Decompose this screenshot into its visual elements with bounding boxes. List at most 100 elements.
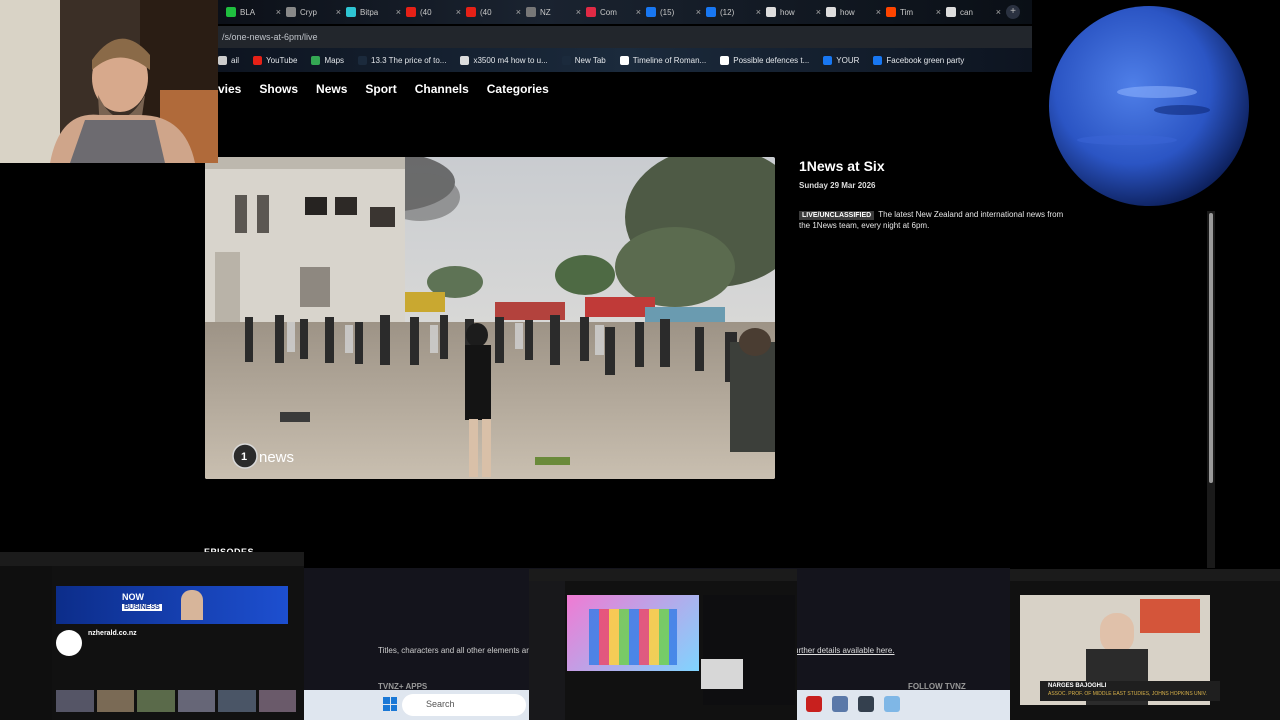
tab-favicon-icon (946, 7, 956, 17)
taskbar-app-red-icon[interactable] (806, 696, 822, 712)
tab-close-icon[interactable]: × (396, 7, 404, 17)
tab-close-icon[interactable]: × (516, 7, 524, 17)
tab-favicon-icon (226, 7, 236, 17)
lower-third: NARGES BAJOGHLI ASSOC. PROF. OF MIDDLE E… (1040, 681, 1220, 701)
tab-favicon-icon (886, 7, 896, 17)
bookmark-item[interactable]: x3500 m4 how to u... (460, 55, 548, 65)
browser-tab[interactable]: how × (766, 3, 824, 21)
bookmark-favicon-icon (218, 55, 227, 65)
browser-tab[interactable]: how × (826, 3, 884, 21)
tab-favicon-icon (346, 7, 356, 17)
browser-tab[interactable]: BLA × (226, 3, 284, 21)
tab-close-icon[interactable]: × (276, 7, 284, 17)
tab-favicon-icon (406, 7, 416, 17)
page-scrollbar[interactable] (1207, 211, 1215, 568)
tab-label: (40 (480, 7, 492, 17)
bookmark-item[interactable]: Possible defences t... (720, 55, 810, 65)
nav-channels[interactable]: Channels (415, 82, 469, 96)
video-player[interactable]: 1 news (205, 157, 775, 479)
bookmark-favicon-icon (311, 55, 321, 65)
bookmark-item[interactable]: 13.3 The price of to... (358, 55, 446, 65)
bookmarks-bar: ail YouTube Maps 13.3 The price of to... x35… (218, 48, 1032, 72)
nav-categories[interactable]: Categories (487, 82, 549, 96)
bookmark-label: x3500 m4 how to u... (473, 55, 548, 65)
tab-favicon-icon (826, 7, 836, 17)
bookmark-item[interactable]: New Tab (561, 55, 606, 65)
bookmark-item[interactable]: Facebook green party (873, 55, 964, 65)
bookmark-item[interactable]: YouTube (253, 55, 298, 65)
tab-favicon-icon (466, 7, 476, 17)
interview-guest (1100, 613, 1134, 653)
bookmark-label: YOUR (836, 55, 860, 65)
tab-close-icon[interactable]: × (756, 7, 764, 17)
nav-news[interactable]: News (316, 82, 347, 96)
new-tab-button[interactable]: + (1006, 5, 1020, 19)
browser-tab[interactable]: Tim × (886, 3, 944, 21)
tab-close-icon[interactable]: × (936, 7, 944, 17)
pip-banner-now: NOW (122, 592, 144, 602)
bookmark-label: Possible defences t... (733, 55, 810, 65)
tab-label: how (780, 7, 795, 17)
bookmark-favicon-icon (358, 55, 368, 65)
bookmark-favicon-icon (873, 55, 883, 65)
tab-close-icon[interactable]: × (636, 7, 644, 17)
browser-tab[interactable]: Com × (586, 3, 644, 21)
taskbar-app-blue-icon[interactable] (884, 696, 900, 712)
tab-label: (40 (420, 7, 432, 17)
tab-close-icon[interactable]: × (876, 7, 884, 17)
bookmark-item[interactable]: YOUR (823, 55, 860, 65)
tab-close-icon[interactable]: × (576, 7, 584, 17)
pip-stream-window (529, 569, 797, 720)
browser-tab[interactable]: (40 × (406, 3, 464, 21)
footer-details-link[interactable]: urther details available here. (794, 646, 895, 655)
planet-overlay (1032, 0, 1280, 211)
slot-reels (589, 609, 677, 665)
bookmark-item[interactable]: Maps (311, 55, 344, 65)
show-title: 1News at Six (799, 158, 885, 174)
browser-tab[interactable]: (15) × (646, 3, 704, 21)
windows-start-icon[interactable] (383, 697, 397, 711)
tab-label: Com (600, 7, 617, 17)
browser-tab[interactable]: Bitpa × (346, 3, 404, 21)
taskbar-settings-icon[interactable] (832, 696, 848, 712)
browser-tab[interactable]: can × (946, 3, 1004, 21)
bookmark-item[interactable]: ail (218, 55, 239, 65)
nav-sport[interactable]: Sport (365, 82, 396, 96)
bookmark-item[interactable]: Timeline of Roman... (619, 55, 707, 65)
nav-movies[interactable]: vies (218, 82, 241, 96)
pip-youtube-window: NOW BUSINESS nzherald.co.nz (0, 552, 304, 720)
tab-close-icon[interactable]: × (696, 7, 704, 17)
live-badge: LIVE/UNCLASSIFIED (799, 211, 875, 220)
tab-label: Cryp (300, 7, 317, 17)
address-bar[interactable]: /s/one-news-at-6pm/live (218, 26, 1032, 48)
bookmark-favicon-icon (823, 55, 833, 65)
browser-tab[interactable]: (40 × (466, 3, 524, 21)
tab-close-icon[interactable]: × (336, 7, 344, 17)
bookmark-favicon-icon (253, 55, 263, 65)
browser-tab[interactable]: Cryp × (286, 3, 344, 21)
tab-favicon-icon (646, 7, 656, 17)
tab-label: can (960, 7, 973, 17)
scrollbar-thumb[interactable] (1209, 213, 1213, 483)
bookmark-favicon-icon (720, 55, 730, 65)
tab-favicon-icon (286, 7, 296, 17)
pip-video-row (56, 690, 296, 712)
browser-tab[interactable]: NZ × (526, 3, 584, 21)
nav-shows[interactable]: Shows (259, 82, 298, 96)
guest-role: ASSOC. PROF. OF MIDDLE EAST STUDIES, JOH… (1048, 691, 1207, 697)
bookmark-label: Timeline of Roman... (632, 55, 707, 65)
bookmark-label: YouTube (266, 55, 298, 65)
pip-presenter (181, 590, 203, 620)
tab-favicon-icon (526, 7, 536, 17)
tab-close-icon[interactable]: × (996, 7, 1004, 17)
tab-label: NZ (540, 7, 551, 17)
tab-label: BLA (240, 7, 256, 17)
taskbar-app-dark-icon[interactable] (858, 696, 874, 712)
tab-close-icon[interactable]: × (816, 7, 824, 17)
taskbar-search[interactable]: Search (402, 694, 526, 716)
footer-notice: Titles, characters and all other element… (378, 646, 534, 655)
bookmark-favicon-icon (561, 55, 571, 65)
tab-close-icon[interactable]: × (456, 7, 464, 17)
browser-tab[interactable]: (12) × (706, 3, 764, 21)
nzherald-avatar[interactable] (56, 630, 82, 656)
